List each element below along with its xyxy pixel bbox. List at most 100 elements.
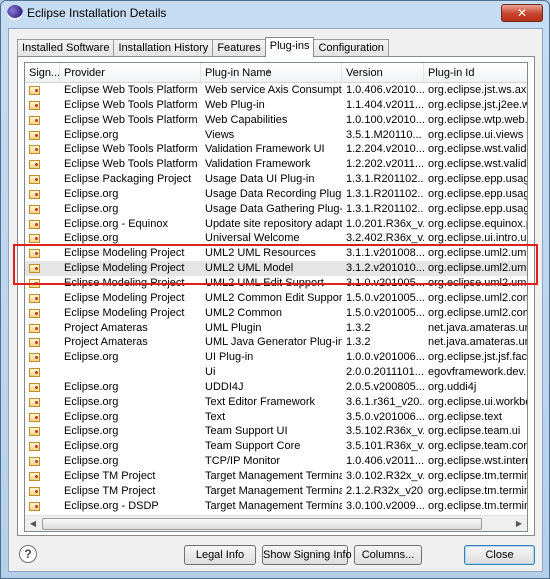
eclipse-icon [7, 5, 23, 21]
table-row[interactable]: Project Amateras UML Plugin 1.3.2 net.java.… [25, 321, 527, 336]
table-row[interactable]: Eclipse Modeling Project UML2 Common Edit… [25, 291, 527, 306]
column-header-provider[interactable]: Provider [60, 63, 201, 83]
provider-cell: Eclipse.org [64, 232, 119, 245]
table-row[interactable]: Eclipse Web Tools Platform Validation Fra… [25, 142, 527, 157]
provider-cell: Eclipse.org [64, 128, 119, 141]
scrollbar-thumb[interactable] [42, 518, 482, 530]
table-row[interactable]: Eclipse.org - DSDP Target Management Term… [25, 499, 527, 514]
table-row[interactable]: Eclipse Packaging Project Usage Data UI P… [25, 172, 527, 187]
table-row[interactable]: Eclipse Web Tools Platform Web Plug-in 1.1… [25, 98, 527, 113]
legal-info-button[interactable]: Legal Info [184, 545, 256, 565]
version-cell: 3.2.402.R36x_v... [346, 232, 424, 245]
signing-cert-icon [29, 249, 40, 259]
provider-cell: Project Amateras [64, 321, 148, 334]
plugin-name-cell: Update site repository adapte... [205, 217, 342, 230]
plugin-name-cell: Validation Framework [205, 158, 311, 171]
dialog-body: Installed Software Installation History … [8, 28, 543, 572]
signing-cert-icon [29, 338, 40, 348]
close-button[interactable]: Close [464, 545, 535, 565]
table-row[interactable]: Eclipse.org Usage Data Gathering Plug-in 1… [25, 202, 527, 217]
table-row[interactable]: Eclipse.org Text 3.5.0.v201006... org.eclip… [25, 410, 527, 425]
table-row[interactable]: Eclipse.org Universal Welcome 3.2.402.R36x… [25, 231, 527, 246]
plugin-name-cell: UML2 Common Edit Support [205, 291, 342, 304]
provider-cell: Eclipse Modeling Project [64, 306, 185, 319]
plugin-name-cell: Team Support Core [205, 440, 301, 453]
table-row[interactable]: Eclipse.org TCP/IP Monitor 1.0.406.v2011..… [25, 454, 527, 469]
plugin-id-cell: org.eclipse.ui.intro.un [428, 232, 527, 245]
table-row[interactable]: Eclipse.org - Equinox Update site reposit… [25, 217, 527, 232]
table-row[interactable]: Eclipse.org Text Editor Framework 3.6.1.r3… [25, 395, 527, 410]
plugin-name-cell: Validation Framework UI [205, 143, 325, 156]
signed-cell [25, 454, 60, 469]
tab-configuration[interactable]: Configuration [313, 39, 389, 57]
table-row[interactable]: Eclipse TM Project Target Management Term… [25, 469, 527, 484]
provider-cell: Eclipse.org [64, 425, 119, 438]
signing-cert-icon [29, 427, 40, 437]
provider-cell: Project Amateras [64, 336, 148, 349]
version-cell: 1.0.406.v2011... [346, 455, 424, 468]
signing-cert-icon [29, 219, 40, 229]
provider-cell: Eclipse.org [64, 351, 119, 364]
signed-cell [25, 172, 60, 187]
provider-cell: Eclipse Modeling Project [64, 247, 185, 260]
column-header-signed[interactable]: Sign... [25, 63, 60, 83]
table-row[interactable]: Eclipse.org UI Plug-in 1.0.0.v201006... org… [25, 350, 527, 365]
plugin-name-cell: Target Management Termina... [205, 499, 342, 512]
horizontal-scrollbar[interactable]: ◀ ▶ [25, 515, 527, 531]
table-row[interactable]: Eclipse Web Tools Platform Web service Ax… [25, 83, 527, 98]
table-row[interactable]: Project Amateras UML Java Generator Plug-… [25, 335, 527, 350]
signed-cell [25, 246, 60, 261]
plugin-id-cell: org.eclipse.wst.validat [428, 158, 527, 171]
signed-cell [25, 142, 60, 157]
version-cell: 2.1.2.R32x_v20... [346, 484, 424, 497]
table-row[interactable]: Eclipse.org UDDI4J 2.0.5.v200805... org.udd… [25, 380, 527, 395]
table-row[interactable]: Eclipse Modeling Project UML2 UML Resourc… [25, 246, 527, 261]
version-cell: 1.0.100.v2010... [346, 113, 424, 126]
tab-plug-ins[interactable]: Plug-ins [264, 37, 315, 57]
signed-cell [25, 128, 60, 143]
table-row[interactable]: Ui 2.0.0.2011101... egovframework.dev.i [25, 365, 527, 380]
version-cell: 1.1.404.v2011... [346, 98, 424, 111]
plugin-name-cell: UML2 UML Model [201, 261, 342, 276]
signed-cell [25, 321, 60, 336]
signing-cert-icon [29, 323, 40, 333]
signing-cert-icon [29, 457, 40, 467]
version-cell: 1.3.2 [346, 336, 371, 349]
table-row[interactable]: Eclipse.org Team Support UI 3.5.102.R36x_v… [25, 424, 527, 439]
column-header-version[interactable]: Version [342, 63, 424, 83]
provider-cell: Eclipse.org [64, 410, 119, 423]
plug-ins-table[interactable]: Sign... Provider Plug-in Name ▲ Version … [24, 62, 528, 532]
provider-cell: Eclipse.org [64, 455, 119, 468]
table-row[interactable]: Eclipse.org Team Support Core 3.5.101.R36x… [25, 439, 527, 454]
signed-cell [25, 380, 60, 395]
table-row[interactable]: Eclipse TM Project Target Management Term… [25, 484, 527, 499]
table-row[interactable]: Eclipse Modeling Project UML2 Common 1.5.0… [25, 306, 527, 321]
column-header-plugin-id[interactable]: Plug-in Id [424, 63, 527, 83]
window-close-button[interactable]: ✕ [501, 4, 543, 22]
columns-button[interactable]: Columns... [354, 545, 422, 565]
version-cell: 1.5.0.v201005... [346, 291, 424, 304]
tab-installed-software[interactable]: Installed Software [17, 39, 115, 57]
version-cell: 1.0.0.v201006... [346, 351, 424, 364]
show-signing-info-button[interactable]: Show Signing Info [262, 545, 352, 565]
table-row[interactable]: Eclipse Web Tools Platform Validation Fra… [25, 157, 527, 172]
tab-features[interactable]: Features [212, 39, 266, 57]
title-bar[interactable]: Eclipse Installation Details ✕ [1, 1, 549, 25]
provider-cell: Eclipse.org [64, 202, 119, 215]
table-row[interactable]: Eclipse.org Usage Data Recording Plug-in 1… [25, 187, 527, 202]
provider-cell: Eclipse Modeling Project [64, 276, 185, 289]
table-row[interactable]: Eclipse.org Views 3.5.1.M20110... org.eclip… [25, 128, 527, 143]
signing-cert-icon [29, 86, 40, 95]
table-row[interactable]: Eclipse Web Tools Platform Web Capabiliti… [25, 113, 527, 128]
tab-installation-history[interactable]: Installation History [113, 39, 214, 57]
version-cell: 1.2.204.v2010... [346, 143, 424, 156]
provider-cell: Eclipse.org [64, 380, 119, 393]
scroll-left-icon[interactable]: ◀ [25, 516, 41, 531]
scroll-right-icon[interactable]: ▶ [511, 516, 527, 531]
table-row[interactable]: Eclipse Modeling Project UML2 UML Edit Su… [25, 276, 527, 291]
provider-cell: Eclipse.org - DSDP [64, 499, 159, 512]
help-icon[interactable]: ? [19, 545, 37, 563]
signing-cert-icon [29, 368, 40, 378]
table-row[interactable]: Eclipse Modeling Project UML2 UML Model 3.… [25, 261, 527, 276]
column-header-plugin-name[interactable]: Plug-in Name ▲ [201, 63, 342, 83]
